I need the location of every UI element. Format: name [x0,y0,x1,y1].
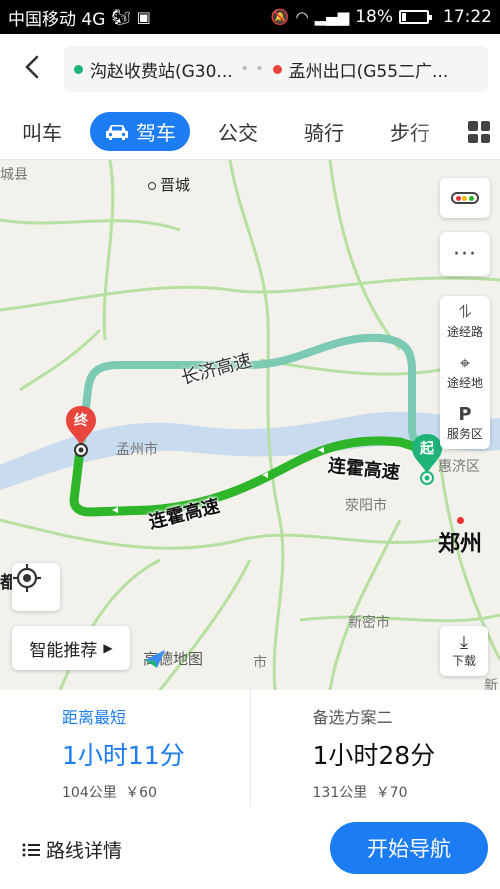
map-view[interactable]: 城县 晋城 孟州市 荥阳市 惠济区 郑州 新密市 都 市 新 长济高速 连霍高速… [0,160,500,690]
plan-tag: 备选方案二 [312,708,393,727]
download-icon: ⤓ [460,631,468,653]
smart-recommend-label: 智能推荐 [29,640,98,661]
road [102,160,115,341]
more-modes-grid-icon[interactable] [468,121,490,143]
route-tools-panel: ⥮ 途经路 ⌖ 途经地 P 服务区 [440,296,490,449]
map-label-mengzhou: 孟州市 [116,442,158,458]
plan-tag: 距离最短 [62,708,127,727]
route-end[interactable]: 孟州出口(G55二广... [272,57,449,82]
back-arrow-icon[interactable] [18,52,48,82]
road [0,276,500,312]
mute-icon: 🔕 [270,8,290,26]
start-navigation-label: 开始导航 [367,837,451,861]
map-label-jincheng: 晋城 [148,174,190,195]
tab-drive[interactable]: 驾车 [90,112,190,151]
tab-taxi[interactable]: 叫车 [0,117,82,146]
road [328,160,402,351]
transport-mode-tabs: 叫车 驾车 公交 骑行 步行 [0,104,500,160]
road [0,518,441,550]
traffic-toggle[interactable] [440,178,490,218]
wifi-icon: ◠ [295,8,309,26]
plan-info: 104公里 ￥60 [62,782,250,802]
crosshair-icon [13,564,41,592]
route-separator: • • [240,61,265,77]
tab-drive-label: 驾车 [136,121,176,145]
tabs-fade [410,104,460,159]
road [58,558,161,690]
start-dot-icon [74,64,83,74]
road [228,160,285,690]
carrier-label: 中国移动 4G [8,9,106,30]
caret-right-icon: ▶ [103,641,113,655]
route-details-button[interactable]: 路线详情 [22,836,122,863]
map-pin-icon: ⌖ [459,353,471,374]
smart-recommend-button[interactable]: 智能推荐 ▶ [12,626,130,670]
map-label: 市 [253,655,267,671]
squirrel-icon: 🐿 [111,8,131,26]
map-label-xinmi: 新密市 [348,615,390,631]
route-endpoints[interactable]: 沟赵收费站(G30... • • 孟州出口(G55二广... [64,46,488,92]
waypoint-road-label: 途经路 [446,325,483,339]
plan-toll: ￥60 [125,785,158,801]
road [299,613,500,623]
waypoint-place-button[interactable]: ⌖ 途经地 [447,347,483,398]
route-plan-alt[interactable]: 备选方案二 1小时28分 131公里 ￥70 [249,690,500,806]
road [328,519,402,690]
map-label: 城县 [0,167,28,183]
locate-button[interactable] [12,563,60,611]
tab-bus[interactable]: 公交 [198,117,278,146]
map-label-huiji: 惠济区 [438,459,480,475]
download-button[interactable]: ⤓ 下载 [440,626,488,676]
amap-logo-icon [145,650,165,668]
battery-icon [399,10,432,24]
waypoint-road-button[interactable]: ⥮ 途经路 [447,296,483,347]
battery-percent: 18% [355,7,393,27]
route-plans: 距离最短 1小时11分 104公里 ￥60 备选方案二 1小时28分 131公里… [0,690,500,807]
plan-toll: ￥70 [375,785,408,801]
image-icon: ▣ [136,8,151,26]
parking-icon: P [458,404,472,425]
route-header: 沟赵收费站(G30... • • 孟州出口(G55二广... [0,34,500,104]
road [158,559,252,690]
route-plan-shortest[interactable]: 距离最短 1小时11分 104公里 ￥60 [0,690,250,806]
tab-bike[interactable]: 骑行 [278,117,364,146]
bottom-bar: 路线详情 开始导航 [0,806,500,889]
service-area-button[interactable]: P 服务区 [447,398,483,449]
plan-distance: 104公里 [62,785,117,801]
list-icon [22,843,40,856]
road [0,218,181,232]
plan-info: 131公里 ￥70 [313,782,500,802]
amap-logo: 高德地图 [143,648,203,669]
waypoint-place-label: 途经地 [446,376,483,390]
route-icon: ⥮ [458,302,472,323]
zhengzhou-dot-icon [457,517,464,524]
clock: 17:22 [443,7,492,27]
traffic-light-icon [451,192,479,204]
map-label: 新 [484,678,498,690]
route-details-label: 路线详情 [46,840,123,862]
more-dots-icon: ··· [453,241,477,267]
signal-icon: ▂▄▆ [314,8,350,26]
car-icon [106,124,128,140]
route-end-label: 孟州出口(G55二广... [288,61,449,82]
route-start[interactable]: 沟赵收费站(G30... [74,57,233,82]
plan-duration: 1小时28分 [312,741,436,770]
route-start-label: 沟赵收费站(G30... [90,61,233,82]
start-marker-label: 起 [420,441,434,457]
start-navigation-button[interactable]: 开始导航 [330,822,488,874]
map-label-zhengzhou: 郑州 [438,532,483,557]
map-label-xingyang: 荥阳市 [345,498,387,514]
more-options-button[interactable]: ··· [440,232,490,276]
plan-distance: 131公里 [312,785,368,801]
end-marker-label: 终 [74,413,88,429]
service-area-label: 服务区 [446,427,483,441]
status-bar: 中国移动 4G 🐿 ▣ 🔕 ◠ ▂▄▆ 18% 17:22 [0,0,500,34]
plan-duration: 1小时11分 [62,741,185,770]
download-label: 下载 [451,653,476,668]
end-dot-icon [272,64,282,74]
